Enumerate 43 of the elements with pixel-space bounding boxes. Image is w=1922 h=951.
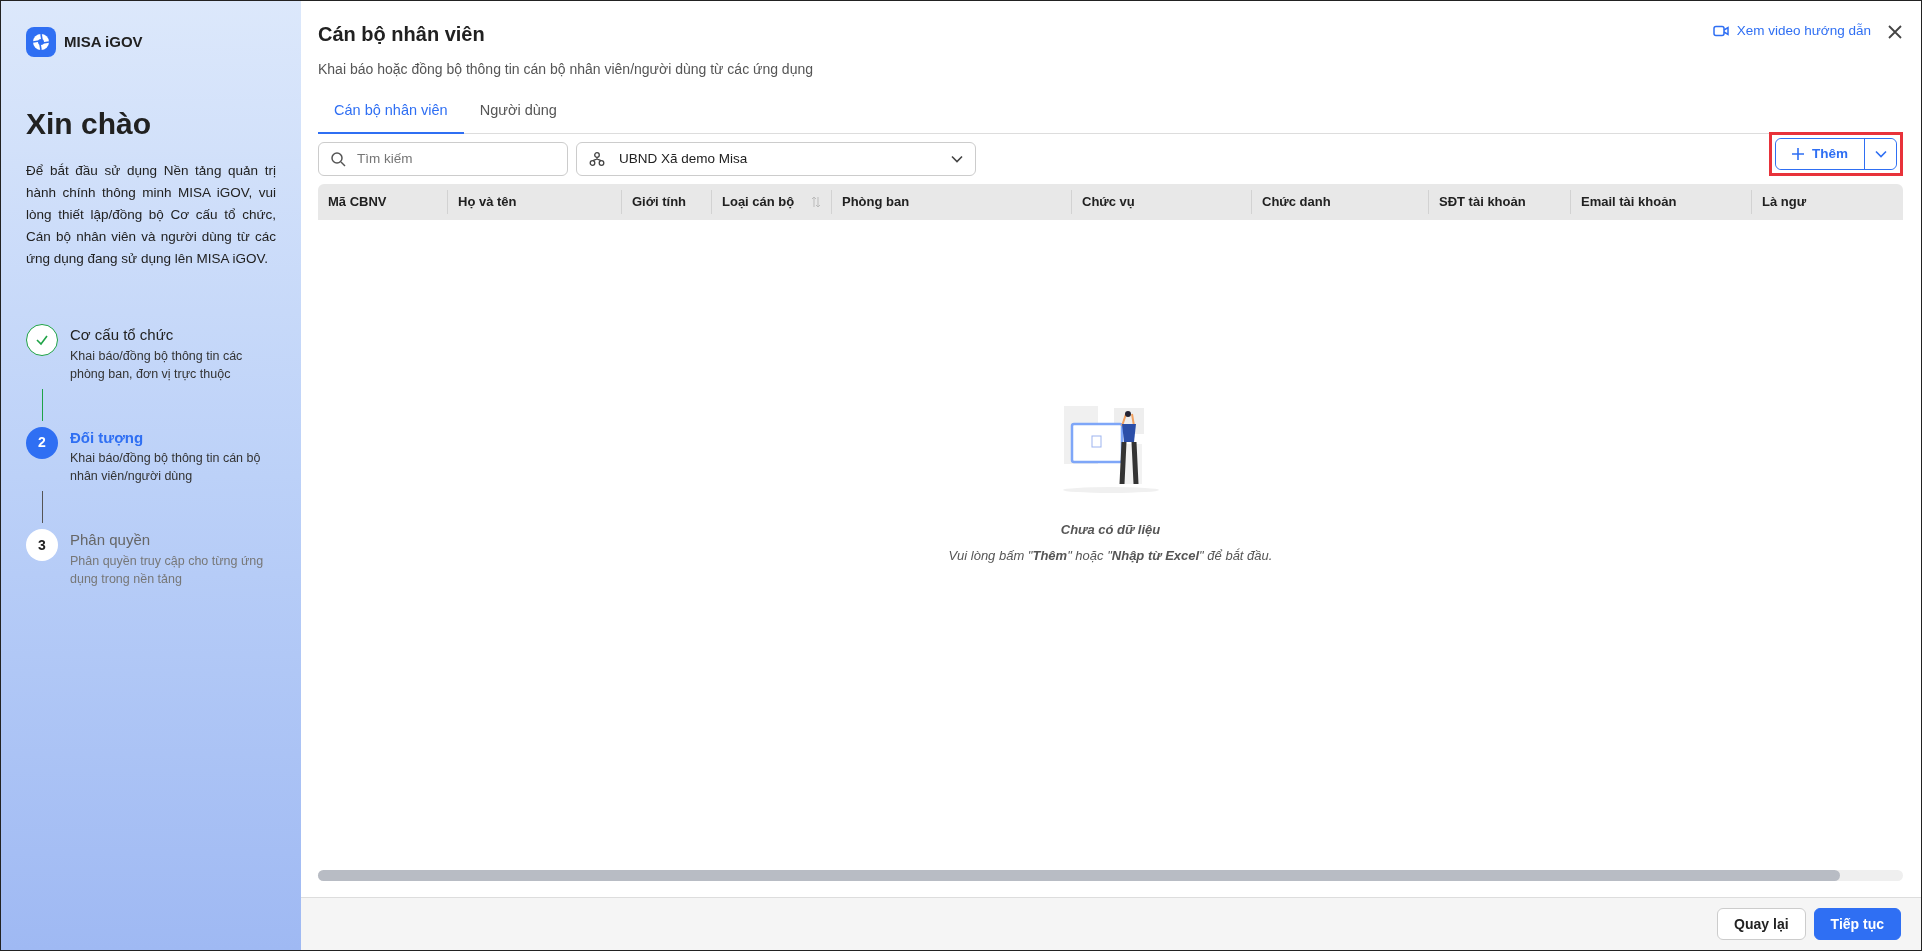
step-indicator: 3 <box>26 529 58 561</box>
check-icon <box>35 334 49 346</box>
empty-state-hint: Vui lòng bấm "Thêm" hoặc "Nhập từ Excel" để bắt đầu. <box>948 546 1273 565</box>
column-header: Là ngư <box>1762 193 1807 211</box>
column-header: Chức vụ <box>1082 193 1135 211</box>
intro-paragraph: Để bắt đầu sử dụng Nền tảng quản trị hành chính thông minh MISA iGOV, vui lòng thiết lập/đồng bộ Cơ cấu tổ chức, Cán bộ nhân viên và người dùng từ các ứng dụng đang sử dụng lên MISA iGOV. <box>26 162 276 268</box>
continue-button[interactable]: Tiếp tục <box>1813 908 1901 940</box>
tab[interactable]: Cán bộ nhân viên <box>318 92 464 134</box>
dropdown-button[interactable] <box>1864 138 1896 169</box>
empty-state-title: Chưa có dữ liệu <box>1060 521 1161 540</box>
step-indicator: 2 <box>26 426 58 459</box>
page-subtitle: Khai báo hoặc đồng bộ thông tin cán bộ nhân viên/người dùng từ các ứng dụng <box>318 60 813 79</box>
plus-icon <box>1792 147 1804 160</box>
column-header: Giới tính <box>632 193 686 211</box>
step-title: Phân quyền <box>70 530 152 550</box>
step-description: Phân quyền truy cập cho từng ứng dụng trong nền tảng <box>70 552 265 588</box>
search-field[interactable]: Tìm kiếm <box>318 141 568 176</box>
video-guide-link[interactable]: Xem video hướng dẫn <box>1712 20 1871 42</box>
step-description: Khai báo/đồng bộ thông tin cán bộ nhân viên/người dùng <box>70 450 262 485</box>
column-header: Họ và tên <box>458 193 517 211</box>
chevron-down-icon <box>1874 149 1887 158</box>
hierarchy-icon <box>589 150 605 167</box>
column-header: Phòng ban <box>842 193 910 211</box>
step-title: Đối tượng <box>70 427 145 448</box>
column-header: Chức danh <box>1262 193 1331 211</box>
video-camera-icon <box>1712 25 1729 37</box>
column-header: Email tài khoản <box>1581 193 1677 211</box>
step-title: Cơ cấu tổ chức <box>70 325 175 345</box>
page-title: Cán bộ nhân viên <box>318 22 486 47</box>
close-icon <box>1887 23 1903 40</box>
sort-icon <box>811 195 821 208</box>
brand-name: MISA iGOV <box>64 31 143 52</box>
column-header: Loại cán bộ <box>722 193 795 211</box>
horizontal-scrollbar[interactable] <box>318 870 1903 881</box>
tab[interactable]: Người dùng <box>463 92 573 134</box>
chevron-down-icon <box>951 154 963 163</box>
back-button[interactable]: Quay lại <box>1717 908 1806 940</box>
logo-icon <box>26 27 56 57</box>
column-header: Mã CBNV <box>328 193 387 211</box>
step-description: Khai báo/đồng bộ thông tin các phòng ban, đơn vị trực thuộc <box>70 347 244 383</box>
greeting-heading: Xin chào <box>26 106 153 142</box>
column-header: SĐT tài khoản <box>1439 193 1526 211</box>
unit-select[interactable]: UBND Xã demo Misa <box>576 141 976 176</box>
